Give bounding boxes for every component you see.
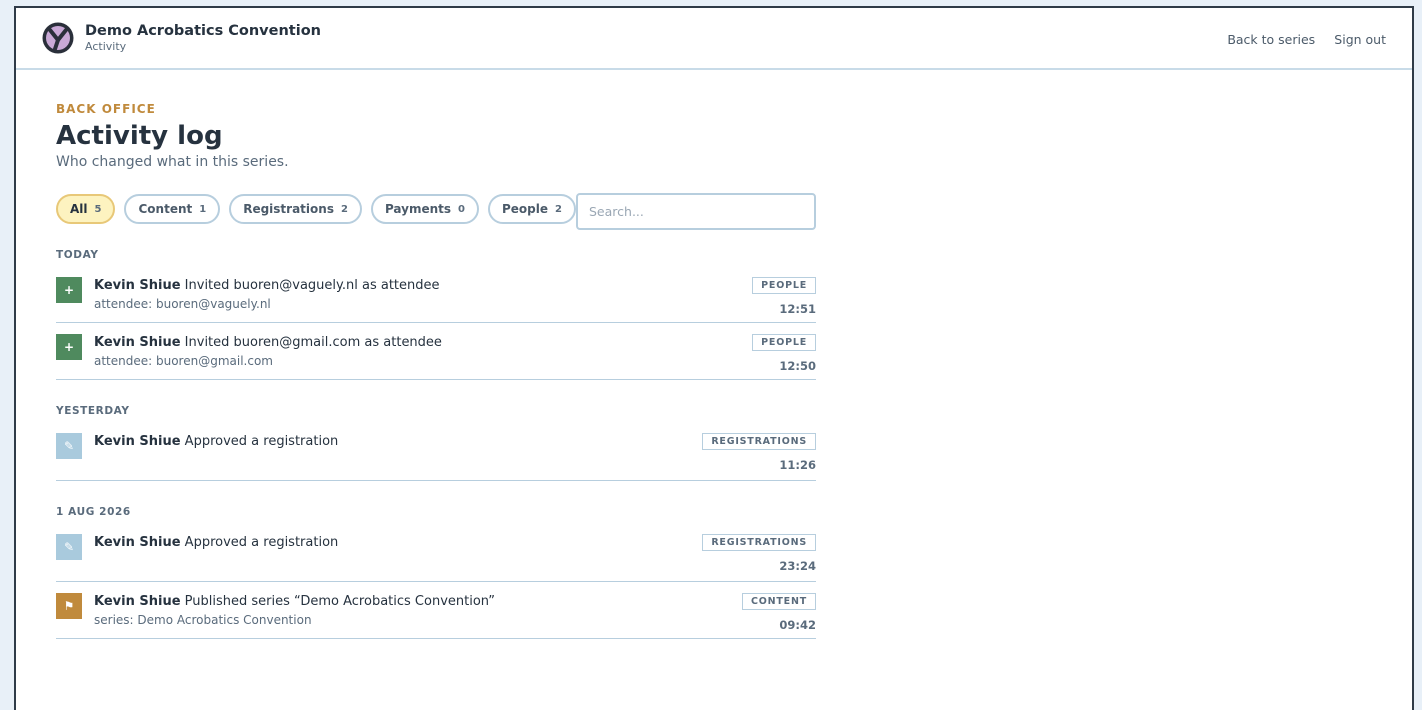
series-title: Demo Acrobatics Convention: [85, 23, 321, 39]
entry-actor: Kevin Shiue: [94, 535, 181, 550]
filter-chip-label: Content: [138, 202, 193, 216]
plus-icon: +: [56, 334, 82, 360]
entry-time: 11:26: [779, 458, 816, 472]
page-subtitle: Who changed what in this series.: [56, 154, 289, 170]
entry-tag: REGISTRATIONS: [702, 433, 816, 450]
filter-chip-count: 2: [555, 203, 562, 215]
filter-chip-count: 0: [458, 203, 465, 215]
eyebrow-label: BACK OFFICE: [56, 102, 156, 116]
filter-chip-label: All: [70, 202, 88, 216]
filter-chip-count: 1: [199, 203, 207, 215]
entry-action: Invited buoren@gmail.com as attendee: [184, 335, 442, 350]
filter-chip-payments[interactable]: Payments 0: [370, 194, 479, 224]
filter-chip-label: Registrations: [243, 202, 334, 216]
filter-chip-label: Payments: [384, 202, 452, 216]
top-bar: Demo Acrobatics Convention Activity Back…: [16, 8, 1412, 70]
entry-time: 23:24: [779, 559, 816, 573]
filter-chip-content[interactable]: Content 1: [124, 194, 221, 224]
entry-time: 12:50: [779, 359, 816, 373]
main-content: BACK OFFICE Activity log Who changed wha…: [16, 70, 1412, 639]
entry-detail: attendee: buoren@gmail.com: [94, 354, 273, 368]
top-nav: Back to series Sign out: [1213, 29, 1386, 48]
filter-chip-count: 2: [340, 203, 348, 215]
pencil-icon: ✎: [56, 534, 82, 560]
entry-detail: attendee: buoren@vaguely.nl: [94, 297, 271, 311]
filter-chip-registrations[interactable]: Registrations 2: [229, 194, 362, 224]
entry-time: 09:42: [779, 618, 816, 632]
filter-chip-label: People: [502, 202, 549, 216]
activity-entry: + Kevin Shiue Invited buoren@gmail.com a…: [56, 323, 816, 380]
entry-tag: REGISTRATIONS: [702, 534, 816, 551]
entry-tag: PEOPLE: [752, 334, 816, 351]
entry-action: Approved a registration: [184, 535, 339, 550]
plus-icon: +: [56, 277, 82, 303]
activity-entry: + Kevin Shiue Invited buoren@vaguely.nl …: [56, 273, 816, 323]
filter-chip-people[interactable]: People 2: [488, 194, 576, 224]
entry-actor: Kevin Shiue: [94, 594, 181, 609]
app-window: Demo Acrobatics Convention Activity Back…: [14, 6, 1414, 710]
entry-tag: PEOPLE: [752, 277, 816, 294]
entry-actor: Kevin Shiue: [94, 434, 181, 449]
entry-action: Approved a registration: [184, 434, 339, 449]
entry-detail: series: Demo Acrobatics Convention: [94, 613, 312, 627]
group-title-date: 1 AUG 2026: [56, 506, 131, 518]
search-input[interactable]: [576, 193, 816, 230]
pencil-icon: ✎: [56, 433, 82, 459]
group-title-today: TODAY: [56, 249, 99, 261]
series-logo-icon: [42, 22, 74, 54]
entry-action: Invited buoren@vaguely.nl as attendee: [184, 278, 440, 293]
filter-bar: All 5 Content 1 Registrations 2 Payments…: [56, 193, 816, 230]
activity-entry: ✎ Kevin Shiue Approved a registration RE…: [56, 530, 816, 582]
page-title: Activity log: [56, 121, 223, 151]
flag-icon: ⚑: [56, 593, 82, 619]
entry-action: Published series “Demo Acrobatics Conven…: [184, 594, 496, 609]
entry-actor: Kevin Shiue: [94, 335, 181, 350]
activity-entry: ✎ Kevin Shiue Approved a registration RE…: [56, 429, 816, 481]
back-to-series-link[interactable]: Back to series: [1227, 32, 1315, 47]
filter-chip-all[interactable]: All 5: [56, 194, 116, 224]
entry-time: 12:51: [779, 302, 816, 316]
entry-actor: Kevin Shiue: [94, 278, 181, 293]
sign-out-link[interactable]: Sign out: [1334, 32, 1386, 47]
section-subtitle: Activity: [85, 40, 127, 53]
entry-tag: CONTENT: [742, 593, 816, 610]
group-title-yesterday: YESTERDAY: [56, 405, 130, 417]
brand[interactable]: Demo Acrobatics Convention Activity: [42, 22, 321, 54]
activity-entry: ⚑ Kevin Shiue Published series “Demo Acr…: [56, 582, 816, 639]
filter-chip-count: 5: [94, 203, 102, 215]
